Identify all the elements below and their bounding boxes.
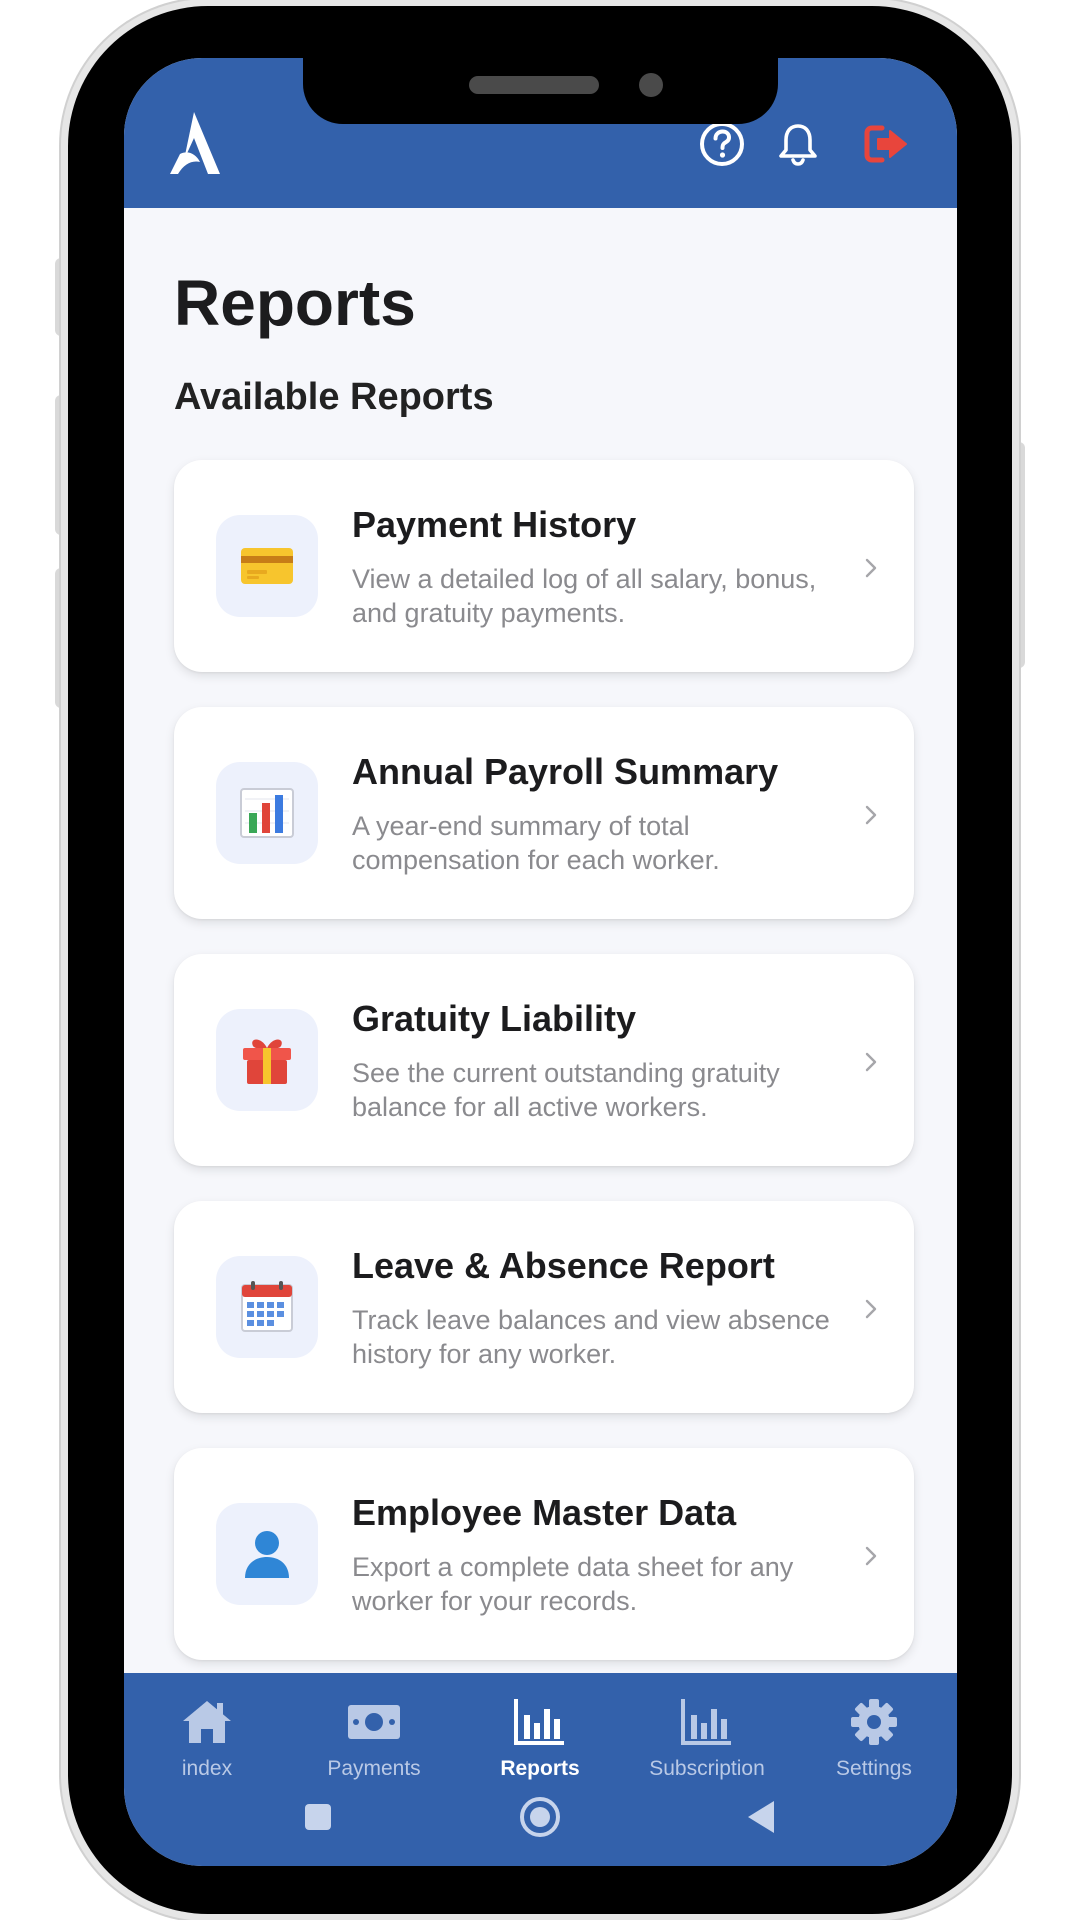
app-screen: Reports Available Reports Payment Histor… [124,58,957,1866]
report-title: Leave & Absence Report [352,1245,775,1286]
reports-chart-icon [514,1699,564,1745]
report-description: Track leave balances and view absence hi… [352,1305,830,1369]
report-icon-box [216,1009,318,1111]
report-title: Payment History [352,504,637,545]
logout-icon[interactable] [862,120,910,168]
chevron-right-icon [865,1299,877,1319]
tab-settings[interactable]: Settings [791,1683,957,1793]
chevron-right-icon [865,558,877,578]
tab-label: Subscription [649,1757,765,1780]
brand-logo [170,112,220,174]
report-card-gratuity-liability[interactable]: Gratuity Liability See the current outst… [174,954,914,1166]
report-list: Payment History View a detailed log of a… [174,460,914,1695]
circle-icon[interactable] [518,1795,562,1839]
credit-card-icon [241,548,293,584]
speaker [469,76,599,94]
gift-icon [243,1039,291,1084]
report-card-payment-history[interactable]: Payment History View a detailed log of a… [174,460,914,672]
report-title: Gratuity Liability [352,998,637,1039]
section-title: Available Reports [174,376,494,418]
bottom-tab-bar: index Payments Reports Subscription Sett… [124,1673,957,1866]
chevron-right-icon [865,1546,877,1566]
home-icon [183,1701,231,1743]
report-description: A year-end summary of total compensation… [352,811,720,875]
report-description: Export a complete data sheet for any wor… [352,1552,794,1616]
page-title: Reports [174,267,416,339]
tab-label: Payments [327,1757,421,1780]
report-card-leave-absence[interactable]: Leave & Absence Report Track leave balan… [174,1201,914,1413]
tab-label: Reports [500,1757,580,1780]
report-icon-box [216,1503,318,1605]
tab-label: Settings [836,1757,912,1780]
chevron-right-icon [865,805,877,825]
volume-silent-button[interactable] [55,258,69,336]
tab-reports[interactable]: Reports [457,1683,623,1793]
gear-icon [851,1699,897,1745]
square-icon[interactable] [296,1795,340,1839]
report-card-annual-payroll-summary[interactable]: Annual Payroll Summary A year-end summar… [174,707,914,919]
tab-subscription[interactable]: Subscription [624,1683,790,1793]
person-icon [245,1531,289,1578]
report-icon-box [216,515,318,617]
calendar-icon [241,1281,293,1332]
report-title: Annual Payroll Summary [352,751,779,792]
power-button[interactable] [1011,442,1025,668]
report-title: Employee Master Data [352,1492,737,1533]
bar-chart-icon [240,788,294,838]
cash-icon [348,1705,400,1739]
front-camera [639,73,663,97]
subscription-chart-icon [681,1699,731,1745]
tab-payments[interactable]: Payments [291,1683,457,1793]
report-description: See the current outstanding gratuity bal… [352,1058,780,1122]
tab-index[interactable]: index [124,1683,290,1793]
tab-label: index [181,1757,233,1780]
chevron-right-icon [865,1052,877,1072]
report-card-employee-master-data[interactable]: Employee Master Data Export a complete d… [174,1448,914,1660]
report-icon-box [216,762,318,864]
report-description: View a detailed log of all salary, bonus… [352,564,817,628]
back-triangle-icon[interactable] [740,1795,784,1839]
bell-icon[interactable] [774,120,822,168]
report-icon-box [216,1256,318,1358]
volume-down-button[interactable] [55,568,69,708]
volume-up-button[interactable] [55,395,69,535]
help-circle-icon[interactable] [698,120,746,168]
notch [303,58,778,124]
